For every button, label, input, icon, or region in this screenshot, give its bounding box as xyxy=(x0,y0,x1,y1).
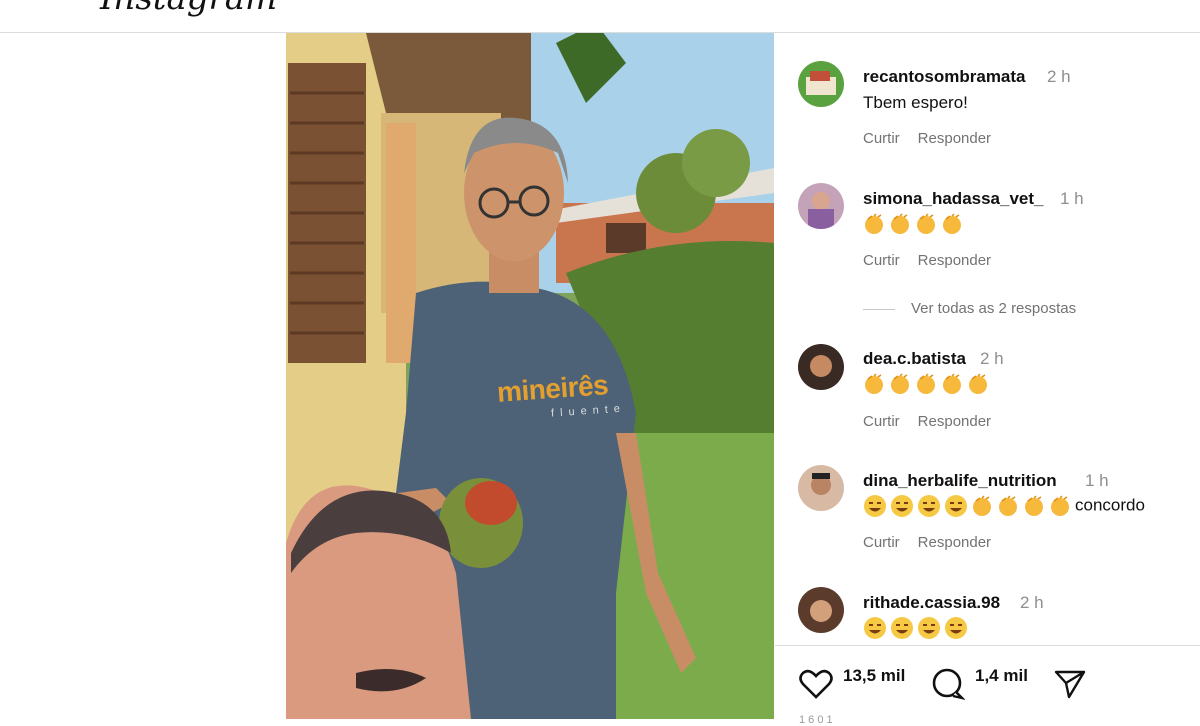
clap-emoji-icon xyxy=(967,373,989,395)
view-replies-button[interactable]: Ver todas as 2 respostas xyxy=(863,300,1076,317)
view-replies-label: Ver todas as 2 respostas xyxy=(911,300,1077,317)
avatar-image xyxy=(808,192,834,229)
clap-emoji-icon xyxy=(889,373,911,395)
comment-username[interactable]: dina_herbalife_nutrition xyxy=(863,471,1057,491)
comments-panel[interactable]: recantosombramata 2 h Tbem espero! Curti… xyxy=(775,33,1200,645)
comment-emojis: concordo xyxy=(863,494,1145,518)
comment-actions: Curtir Responder xyxy=(863,252,1009,269)
clap-emoji-icon xyxy=(915,373,937,395)
comment-actions: Curtir Responder xyxy=(863,534,1009,551)
comment-time: 2 h xyxy=(1047,67,1071,86)
reply-button[interactable]: Responder xyxy=(918,130,991,147)
avatar[interactable] xyxy=(798,587,844,633)
avatar-image xyxy=(806,71,836,95)
clap-emoji-icon xyxy=(863,213,885,235)
laugh-emoji-icon xyxy=(944,616,968,640)
laugh-emoji-icon xyxy=(917,616,941,640)
instagram-logo[interactable]: Instagram xyxy=(100,0,277,18)
avatar-image xyxy=(810,600,832,622)
comment-actions: Curtir Responder xyxy=(863,130,1009,147)
like-comment-button[interactable]: Curtir xyxy=(863,413,900,430)
laugh-emoji-icon xyxy=(890,494,914,518)
laugh-emoji-icon xyxy=(944,494,968,518)
like-comment-button[interactable]: Curtir xyxy=(863,534,900,551)
reply-button[interactable]: Responder xyxy=(918,534,991,551)
post-image[interactable]: mineirês fluente xyxy=(286,33,774,719)
clap-emoji-icon xyxy=(863,373,885,395)
avatar[interactable] xyxy=(798,183,844,229)
laugh-emoji-icon xyxy=(863,616,887,640)
laugh-emoji-icon xyxy=(863,494,887,518)
laugh-emoji-icon xyxy=(890,616,914,640)
comment-text: Tbem espero! xyxy=(863,93,968,112)
avatar[interactable] xyxy=(798,344,844,390)
clap-emoji-icon xyxy=(997,495,1019,517)
clap-emoji-icon xyxy=(1023,495,1045,517)
clap-emoji-icon xyxy=(971,495,993,517)
comment-username[interactable]: recantosombramata xyxy=(863,67,1026,87)
top-bar: Instagram xyxy=(0,0,1200,33)
like-comment-button[interactable]: Curtir xyxy=(863,130,900,147)
comment-emojis xyxy=(863,213,967,235)
heart-icon[interactable] xyxy=(799,668,833,705)
avatar[interactable] xyxy=(798,61,844,107)
laugh-emoji-icon xyxy=(917,494,941,518)
comment-emojis xyxy=(863,616,971,640)
reply-button[interactable]: Responder xyxy=(918,413,991,430)
comment-time: 2 h xyxy=(980,349,1004,368)
clap-emoji-icon xyxy=(941,213,963,235)
avatar[interactable] xyxy=(798,465,844,511)
comment-emojis xyxy=(863,373,993,395)
comment-username[interactable]: rithade.cassia.98 xyxy=(863,593,1000,613)
reply-button[interactable]: Responder xyxy=(918,252,991,269)
comment-bubble-icon[interactable] xyxy=(931,668,966,705)
clap-emoji-icon xyxy=(915,213,937,235)
comment-text: concordo xyxy=(1075,495,1145,515)
clap-emoji-icon xyxy=(1049,495,1071,517)
post-actions-bar: 13,5 mil 1,4 mil 1 6 0 1 xyxy=(775,645,1200,726)
comment-actions: Curtir Responder xyxy=(863,413,1009,430)
comment-time: 1 h xyxy=(1060,189,1084,208)
likes-count[interactable]: 13,5 mil xyxy=(843,666,905,686)
comments-count[interactable]: 1,4 mil xyxy=(975,666,1028,686)
like-comment-button[interactable]: Curtir xyxy=(863,252,900,269)
truncated-text: 1 6 0 1 xyxy=(799,714,833,726)
comment-time: 2 h xyxy=(1020,593,1044,612)
comment-time: 1 h xyxy=(1085,471,1109,490)
avatar-image xyxy=(811,473,831,495)
clap-emoji-icon xyxy=(941,373,963,395)
comment-username[interactable]: dea.c.batista xyxy=(863,349,966,369)
send-icon[interactable] xyxy=(1053,668,1087,705)
avatar-image xyxy=(810,355,832,377)
comment-username[interactable]: simona_hadassa_vet_ xyxy=(863,189,1044,209)
clap-emoji-icon xyxy=(889,213,911,235)
divider-line xyxy=(863,308,895,310)
